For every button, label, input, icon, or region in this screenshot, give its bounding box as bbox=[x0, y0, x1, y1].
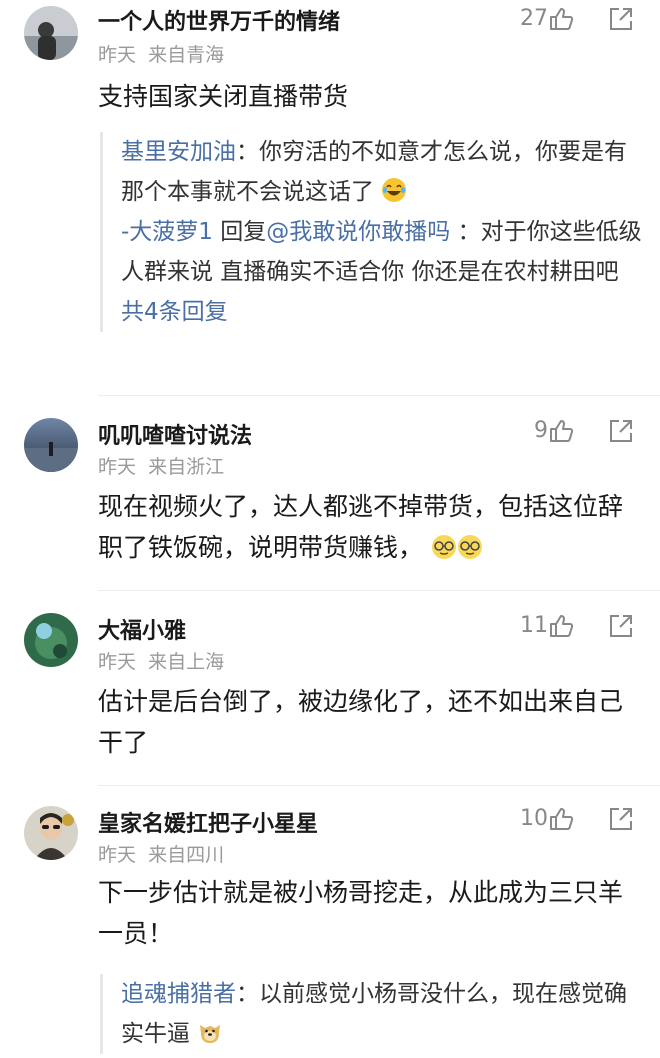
thumbs-up-icon[interactable] bbox=[548, 6, 574, 32]
reply-username[interactable]: 追魂捕猎者 bbox=[121, 981, 236, 1007]
avatar[interactable] bbox=[24, 806, 78, 860]
doge-emoji bbox=[200, 1025, 221, 1043]
comment-meta: 昨天 来自四川 bbox=[98, 840, 224, 867]
comment-text-wrap: 现在视频火了，达人都逃不掉带货，包括这位辞职了铁饭碗，说明带货赚钱， bbox=[98, 486, 643, 568]
comment-item: 一个人的世界万千的情绪 昨天 来自青海 27 支持国家关闭直播带货 基里安加油：… bbox=[0, 0, 660, 395]
thumbs-up-icon[interactable] bbox=[548, 806, 574, 832]
reply-thread: 追魂捕猎者：以前感觉小杨哥没什么，现在感觉确实牛逼 bbox=[100, 974, 645, 1054]
comment-location: 来自上海 bbox=[148, 651, 225, 673]
comment-location: 来自浙江 bbox=[148, 456, 225, 478]
comment-text: 估计是后台倒了，被边缘化了，还不如出来自己干了 bbox=[98, 687, 624, 757]
comment-location: 来自四川 bbox=[148, 844, 225, 866]
reply-verb: 回复 bbox=[220, 219, 267, 245]
username[interactable]: 皇家名媛扛把子小星星 bbox=[98, 806, 318, 838]
share-icon[interactable] bbox=[608, 613, 634, 639]
comment-text: 支持国家关闭直播带货 bbox=[98, 82, 349, 111]
reply-mention[interactable]: @我敢说你敢播吗 bbox=[266, 219, 450, 245]
share-icon[interactable] bbox=[608, 6, 634, 32]
reply-username[interactable]: -大菠萝1 bbox=[121, 219, 213, 245]
share-icon[interactable] bbox=[608, 806, 634, 832]
thumbs-up-icon[interactable] bbox=[548, 613, 574, 639]
comment-date: 昨天 bbox=[98, 456, 137, 478]
comment-item: 叽叽喳喳讨说法 昨天 来自浙江 9 现在视频火了，达人都逃不掉带货，包括这位辞职… bbox=[0, 396, 660, 590]
glasses-face-emoji bbox=[457, 535, 482, 559]
reply-username[interactable]: 基里安加油 bbox=[121, 139, 236, 165]
comment-date: 昨天 bbox=[98, 844, 137, 866]
share-icon[interactable] bbox=[608, 418, 634, 444]
more-replies-link[interactable]: 共4条回复 bbox=[121, 292, 645, 332]
reply-thread: 基里安加油：你穷活的不如意才怎么说，你要是有那个本事就不会说这话了 -大菠萝1 … bbox=[100, 132, 645, 332]
like-count: 9 bbox=[534, 418, 548, 443]
username[interactable]: 一个人的世界万千的情绪 bbox=[98, 4, 340, 36]
avatar[interactable] bbox=[24, 418, 78, 472]
comment-item: 大福小雅 昨天 来自上海 11 估计是后台倒了，被边缘化了，还不如出来自己干了 bbox=[0, 591, 660, 785]
reply-item: 基里安加油：你穷活的不如意才怎么说，你要是有那个本事就不会说这话了 bbox=[121, 132, 645, 212]
glasses-face-emoji bbox=[431, 535, 456, 559]
comment-text: 现在视频火了，达人都逃不掉带货，包括这位辞职了铁饭碗，说明带货赚钱， bbox=[98, 492, 624, 562]
comment-meta: 昨天 来自青海 bbox=[98, 40, 224, 67]
like-count: 10 bbox=[520, 806, 548, 831]
like-count: 27 bbox=[520, 6, 548, 31]
avatar[interactable] bbox=[24, 613, 78, 667]
username[interactable]: 大福小雅 bbox=[98, 613, 186, 645]
thumbs-up-icon[interactable] bbox=[548, 418, 574, 444]
reply-item: 追魂捕猎者：以前感觉小杨哥没什么，现在感觉确实牛逼 bbox=[121, 974, 645, 1054]
username[interactable]: 叽叽喳喳讨说法 bbox=[98, 418, 252, 450]
like-count: 11 bbox=[520, 613, 548, 638]
laughing-tears-emoji bbox=[382, 178, 407, 202]
comment-date: 昨天 bbox=[98, 44, 137, 66]
comment-meta: 昨天 来自浙江 bbox=[98, 452, 224, 479]
reply-item: -大菠萝1 回复@我敢说你敢播吗 ：对于你这些低级人群来说 直播确实不适合你 你… bbox=[121, 212, 645, 292]
avatar[interactable] bbox=[24, 6, 78, 60]
comment-date: 昨天 bbox=[98, 651, 137, 673]
comment-item: 皇家名媛扛把子小星星 昨天 来自四川 10 下一步估计就是被小杨哥挖走，从此成为… bbox=[0, 786, 660, 1058]
comment-meta: 昨天 来自上海 bbox=[98, 647, 224, 674]
comment-text: 下一步估计就是被小杨哥挖走，从此成为三只羊一员！ bbox=[98, 878, 624, 948]
comment-location: 来自青海 bbox=[148, 44, 225, 66]
